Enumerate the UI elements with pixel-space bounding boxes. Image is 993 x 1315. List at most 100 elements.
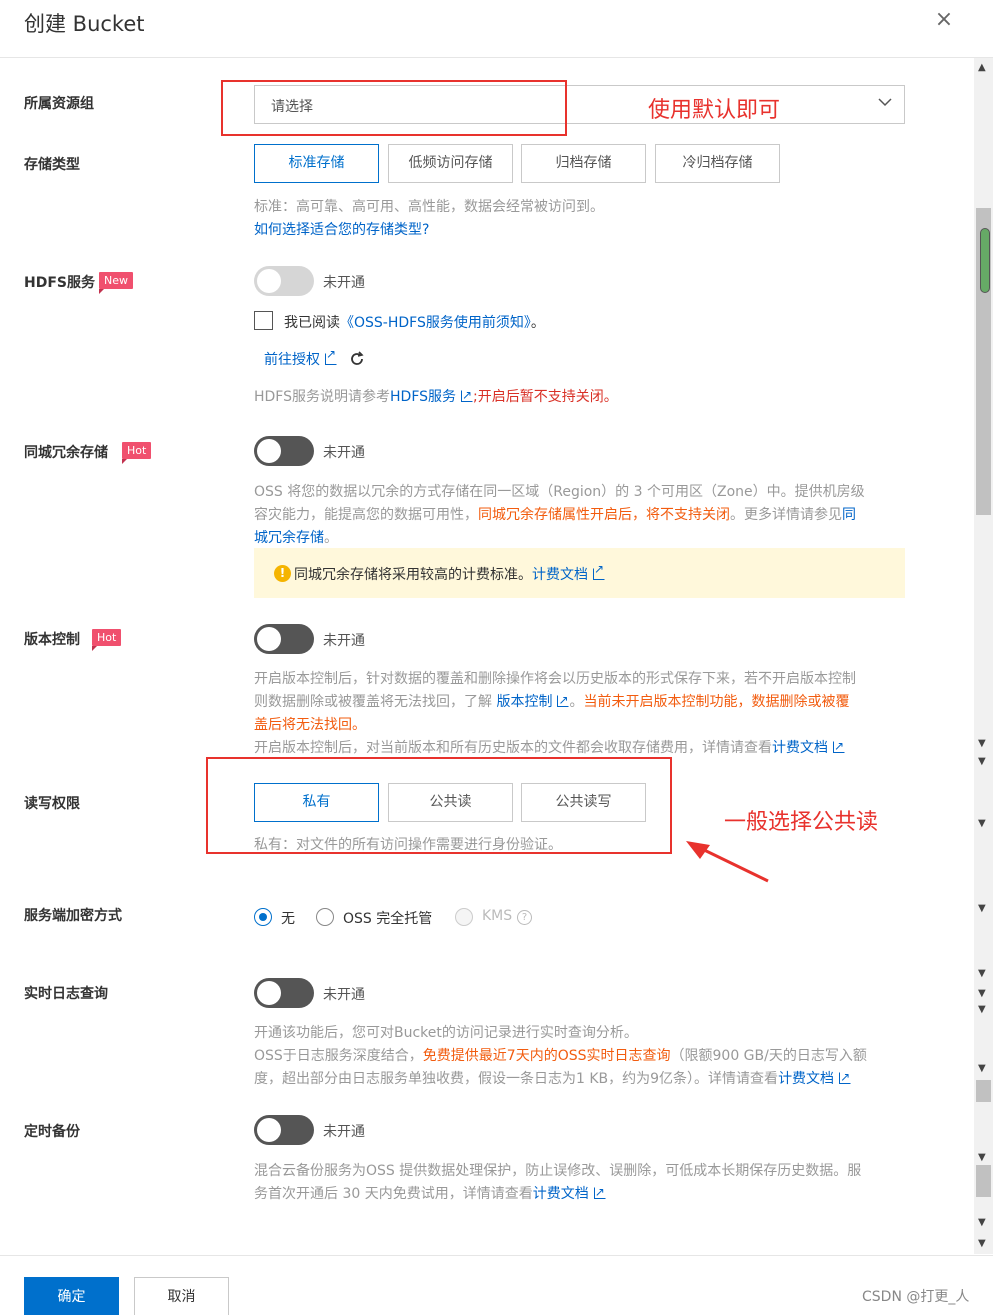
zrs-warning-box: ! 同城冗余存储将采用较高的计费标准。计费文档 <box>254 548 905 598</box>
refresh-icon[interactable] <box>349 351 365 367</box>
hdfs-notice-link[interactable]: 《OSS-HDFS服务使用前须知》 <box>340 315 531 331</box>
toggle-knob <box>257 269 281 293</box>
toggle-knob <box>257 439 281 463</box>
zrs-doc-link-part1[interactable]: 同 <box>842 507 856 523</box>
encryption-label-oss: OSS 完全托管 <box>343 911 433 927</box>
scroll-handle-grip[interactable] <box>980 228 990 293</box>
annotation-acl-note: 一般选择公共读 <box>724 810 879 835</box>
acl-label: 读写权限 <box>24 796 80 812</box>
hdfs-hint: HDFS服务说明请参考HDFS服务 ;开启后暂不支持关闭。 <box>254 384 904 409</box>
external-link-icon <box>839 1066 852 1089</box>
annotation-box-acl <box>206 757 672 854</box>
zrs-desc-more: 。更多详情请参见 <box>730 507 842 523</box>
scroll-down-arrow-icon[interactable]: ▼ <box>978 968 986 979</box>
scroll-down-arrow-icon[interactable]: ▼ <box>978 988 986 999</box>
zrs-desc-text: 容灾能力，能提高您的数据可用性， <box>254 507 478 523</box>
versioning-desc-text: 则数据删除或被覆盖将无法找回，了解 <box>254 694 492 710</box>
external-link-icon <box>593 1181 606 1204</box>
zrs-warning-message: 同城冗余存储将采用较高的计费标准。 <box>294 567 532 583</box>
hdfs-doc-link[interactable]: HDFS服务 <box>390 389 456 405</box>
external-link-icon <box>593 562 605 580</box>
hdfs-agree-prefix: 我已阅读 <box>284 315 340 331</box>
backup-billing-link[interactable]: 计费文档 <box>533 1186 589 1202</box>
versioning-cost-text: 开启版本控制后，对当前版本和所有历史版本的文件都会收取存储费用，详情请查看 <box>254 740 772 756</box>
hdfs-status: 未开通 <box>323 275 365 291</box>
zrs-status: 未开通 <box>323 445 365 461</box>
close-icon[interactable]: × <box>932 8 956 32</box>
scroll-down-arrow-icon[interactable]: ▼ <box>978 738 986 749</box>
storage-option-ia[interactable]: 低频访问存储 <box>388 144 513 183</box>
toggle-knob <box>257 1118 281 1142</box>
zrs-label: 同城冗余存储 <box>24 445 108 461</box>
encryption-radio-oss[interactable] <box>316 908 334 926</box>
backup-label: 定时备份 <box>24 1124 80 1140</box>
scroll-down-arrow-icon[interactable]: ▼ <box>978 818 986 829</box>
encryption-radio-kms <box>455 908 473 926</box>
realtime-log-desc-line1: 开通该功能后，您可对Bucket的访问记录进行实时查询分析。 <box>254 1025 638 1041</box>
hdfs-agree-text: 我已阅读《OSS-HDFS服务使用前须知》。 <box>284 312 545 332</box>
storage-type-label: 存储类型 <box>24 157 80 173</box>
scroll-down-arrow-icon[interactable]: ▼ <box>978 1152 986 1163</box>
new-badge: New <box>99 272 133 294</box>
zrs-desc-period: 。 <box>324 530 338 546</box>
storage-option-cold-archive[interactable]: 冷归档存储 <box>655 144 780 183</box>
external-link-icon <box>461 384 474 407</box>
zrs-billing-link[interactable]: 计费文档 <box>532 567 588 583</box>
encryption-label: 服务端加密方式 <box>24 908 122 924</box>
scroll-down-arrow-icon[interactable]: ▼ <box>978 1004 986 1015</box>
versioning-doc-link[interactable]: 版本控制 <box>496 694 552 710</box>
toggle-knob <box>257 627 281 651</box>
hdfs-auth-link[interactable]: 前往授权 <box>264 352 320 368</box>
scroll-down-arrow-icon[interactable]: ▼ <box>978 1238 986 1249</box>
storage-option-archive[interactable]: 归档存储 <box>521 144 646 183</box>
annotation-box-resource-group <box>221 80 567 136</box>
versioning-desc-line2: 则数据删除或被覆盖将无法找回，了解 版本控制。当前未开启版本控制功能，数据删除或… <box>254 689 904 714</box>
hdfs-hint-warning: ;开启后暂不支持关闭。 <box>473 389 618 405</box>
realtime-log-label: 实时日志查询 <box>24 986 108 1002</box>
encryption-label-none: 无 <box>281 911 295 927</box>
versioning-warning-part1: 当前未开启版本控制功能，数据删除或被覆 <box>583 694 850 710</box>
scroll-down-arrow-icon[interactable]: ▼ <box>978 1217 986 1228</box>
zrs-toggle[interactable] <box>254 436 314 466</box>
zrs-doc-link-part2[interactable]: 城冗余存储 <box>254 530 324 546</box>
watermark: CSDN @打更_人 <box>862 1289 970 1305</box>
hdfs-hint-prefix: HDFS服务说明请参考 <box>254 389 391 405</box>
storage-option-standard[interactable]: 标准存储 <box>254 144 379 183</box>
zrs-desc: OSS 将您的数据以冗余的方式存储在同一区域（Region）的 3 个可用区（Z… <box>254 481 904 550</box>
versioning-billing-link[interactable]: 计费文档 <box>772 740 828 756</box>
storage-type-hint: 标准：高可靠、高可用、高性能，数据会经常被访问到。 <box>254 199 604 215</box>
hdfs-agree-checkbox[interactable] <box>254 311 273 330</box>
external-link-icon <box>325 347 337 365</box>
hot-badge: Hot <box>92 629 122 651</box>
encryption-radio-none[interactable] <box>254 908 272 926</box>
zrs-desc-line1: OSS 将您的数据以冗余的方式存储在同一区域（Region）的 3 个可用区（Z… <box>254 484 865 500</box>
scroll-down-arrow-icon[interactable]: ▼ <box>978 756 986 767</box>
encryption-label-kms: KMS <box>482 908 513 924</box>
backup-toggle[interactable] <box>254 1115 314 1145</box>
storage-type-help-link[interactable]: 如何选择适合您的存储类型? <box>254 219 904 242</box>
realtime-log-billing-link[interactable]: 计费文档 <box>778 1071 834 1087</box>
confirm-button[interactable]: 确定 <box>24 1277 119 1315</box>
help-icon[interactable]: ? <box>517 910 532 925</box>
dialog-header: 创建 Bucket × <box>0 0 993 58</box>
external-link-icon <box>833 735 845 758</box>
realtime-log-free-text: 免费提供最近7天内的OSS实时日志查询 <box>422 1048 671 1064</box>
backup-desc-text: 务首次开通后 30 天内免费试用，详情请查看 <box>254 1186 533 1202</box>
hdfs-toggle[interactable] <box>254 266 314 296</box>
realtime-log-desc: 开通该功能后，您可对Bucket的访问记录进行实时查询分析。 OSS于日志服务深… <box>254 1022 904 1091</box>
scrollbar-segment <box>976 1165 991 1197</box>
realtime-log-desc-text: OSS于日志服务深度结合， <box>254 1048 423 1064</box>
scrollbar-segment <box>976 1080 991 1102</box>
annotation-default-note: 使用默认即可 <box>648 98 781 123</box>
versioning-status: 未开通 <box>323 633 365 649</box>
versioning-label: 版本控制 <box>24 632 80 648</box>
realtime-log-toggle[interactable] <box>254 978 314 1008</box>
cancel-button[interactable]: 取消 <box>134 1277 229 1315</box>
resource-group-label: 所属资源组 <box>24 96 94 112</box>
toggle-knob <box>257 981 281 1005</box>
annotation-arrow-icon <box>686 841 769 883</box>
scroll-down-arrow-icon[interactable]: ▼ <box>978 903 986 914</box>
versioning-toggle[interactable] <box>254 624 314 654</box>
scroll-down-arrow-icon[interactable]: ▼ <box>978 1063 986 1074</box>
scroll-up-arrow-icon[interactable]: ▲ <box>978 62 986 73</box>
